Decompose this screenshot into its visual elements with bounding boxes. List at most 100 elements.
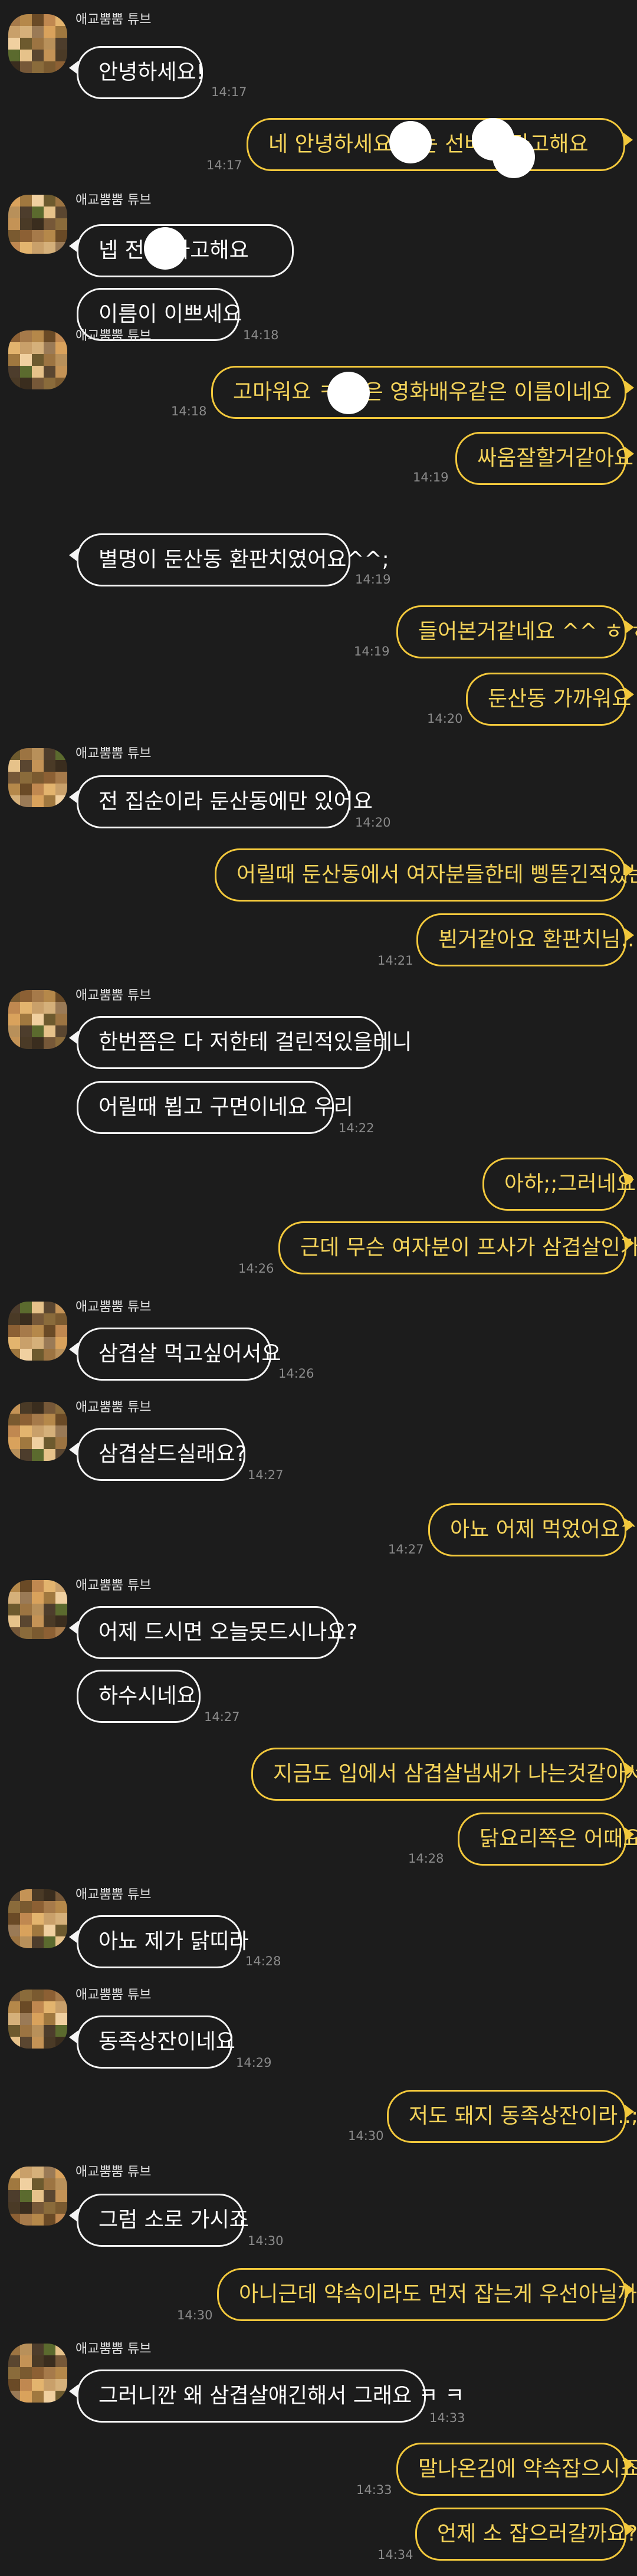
avatar-pixel [44,1313,55,1325]
outgoing-message-bubble[interactable]: 저도 돼지 동족상잔이라..; [387,2090,637,2143]
outgoing-message-bubble[interactable]: 아뇨 어제 먹었어요^^ [428,1503,637,1556]
avatar-pixel [44,1925,55,1936]
avatar[interactable] [8,14,67,73]
avatar-pixel [8,366,20,378]
outgoing-message-bubble[interactable]: 들어본거같네요 ^^ ㅎ ㅎ.. [396,605,637,658]
message-text: 둔산동 가까워요 [488,687,632,711]
avatar-pixel [32,1592,44,1604]
avatar-pixel [44,378,55,389]
avatar-pixel [55,1325,67,1337]
avatar-pixel [44,50,55,61]
avatar[interactable] [8,1990,67,2049]
avatar-pixel [44,2167,55,2178]
avatar-pixel [8,784,20,795]
incoming-message-bubble[interactable]: 전 집순이라 둔산동에만 있어요 [69,775,373,828]
incoming-message-bubble[interactable]: 어릴때 뵙고 구면이네요 우리 [77,1081,353,1134]
avatar-pixel [55,1414,67,1425]
avatar-pixel [44,1615,55,1627]
incoming-message-bubble[interactable]: 아뇨 제가 닭띠라 [69,1915,249,1968]
avatar[interactable] [8,1302,67,1361]
avatar-pixel [8,2037,20,2049]
avatar-pixel [55,218,67,230]
outgoing-message-bubble[interactable]: 네 안녕하세요 저는 선배 이라고해요 [247,118,633,171]
incoming-message-bubble[interactable]: 한번쯤은 다 저한테 걸린적있을테니 [69,1016,412,1069]
incoming-message-bubble[interactable]: 그러니깐 왜 삼겹살얘긴해서 그래요 ㅋ ㅋ [69,2369,464,2423]
avatar-pixel [20,2013,32,2025]
sender-name: 애교뿜뿜 튜브 [75,988,152,1003]
avatar-pixel [20,1014,32,1025]
avatar-pixel [8,1414,20,1425]
avatar-pixel [8,1337,20,1349]
incoming-message-bubble[interactable]: 안녕하세요! [69,46,205,99]
outgoing-message-bubble[interactable]: 고마워요 ㅋ 님은 영화배우같은 이름이네요 [211,366,634,419]
outgoing-message-bubble[interactable]: 둔산동 가까워요 [466,673,634,726]
avatar-pixel [20,1425,32,1437]
outgoing-message-bubble[interactable]: 언제 소 잡으러갈까요? [415,2508,637,2561]
incoming-message-bubble[interactable]: 그럼 소로 가시죠 [69,2194,249,2247]
incoming-message-bubble[interactable]: 동족상잔이네요 [69,2015,235,2069]
avatar-pixel [44,1580,55,1592]
message-text: 근데 무슨 여자분이 프사가 삼겹살인가요 [300,1235,637,1260]
avatar[interactable] [8,2167,67,2226]
avatar-pixel [8,1925,20,1936]
avatar-pixel [8,2355,20,2367]
message-timestamp: 14:30 [348,2129,384,2143]
message-timestamp: 14:29 [236,2056,272,2070]
avatar-pixel [55,1337,67,1349]
outgoing-message-bubble[interactable]: 근데 무슨 여자분이 프사가 삼겹살인가요 [278,1221,637,1274]
avatar-pixel [20,38,32,50]
outgoing-message-bubble[interactable]: 지금도 입에서 삼겹살냄새가 나는것같아서요 [251,1748,637,1801]
avatar-pixel [32,990,44,1002]
incoming-message-bubble[interactable]: 삼겹살 먹고싶어서요 [69,1328,281,1381]
avatar-pixel [32,14,44,26]
avatar[interactable] [8,2344,67,2403]
outgoing-message-bubble[interactable]: 아니근데 약속이라도 먼저 잡는게 우선아닐까요? [217,2268,637,2321]
avatar-pixel [44,990,55,1002]
avatar-pixel [55,2001,67,2013]
message-timestamp: 14:28 [408,1851,444,1866]
avatar-pixel [8,1580,20,1592]
avatar-pixel [8,242,20,254]
avatar-pixel [20,1580,32,1592]
avatar-pixel [20,1449,32,1461]
avatar-pixel [8,760,20,772]
avatar-pixel [44,1901,55,1913]
sender-name: 애교뿜뿜 튜브 [75,1578,152,1593]
avatar-pixel [20,2367,32,2379]
avatar-pixel [32,195,44,207]
avatar-pixel [8,1025,20,1037]
outgoing-message-bubble[interactable]: 싸움잘할거같아요 [455,432,634,485]
outgoing-message-bubble[interactable]: 닭요리쪽은 어때요 [458,1813,637,1866]
avatar-pixel [32,748,44,760]
avatar[interactable] [8,990,67,1049]
avatar-pixel [32,1889,44,1901]
message-text: 싸움잘할거같아요 [477,446,633,470]
incoming-message-bubble[interactable]: 하수시네요 [77,1670,201,1723]
avatar-pixel [32,1437,44,1449]
avatar[interactable] [8,330,67,389]
avatar[interactable] [8,195,67,254]
avatar[interactable] [8,1580,67,1639]
avatar-pixel [32,1402,44,1414]
incoming-message-bubble[interactable]: 별명이 둔산동 환판치였어요^^; [69,533,389,586]
avatar-pixel [8,1913,20,1925]
avatar[interactable] [8,1402,67,1461]
avatar[interactable] [8,1889,67,1948]
outgoing-message-bubble[interactable]: 어릴때 둔산동에서 여자분들한테 삥뜯긴적있는데 [215,848,637,902]
avatar-pixel [55,795,67,807]
avatar-pixel [8,2391,20,2403]
outgoing-message-bubble[interactable]: 아하;;그러네요 [482,1158,636,1211]
avatar-pixel [20,1990,32,2001]
avatar-pixel [8,1615,20,1627]
avatar-pixel [55,1037,67,1049]
avatar[interactable] [8,748,67,807]
incoming-message-bubble[interactable]: 삼겹살드실래요? [69,1428,247,1481]
avatar-pixel [20,14,32,26]
message-timestamp: 14:20 [427,712,463,726]
outgoing-message-bubble[interactable]: 말나온김에 약속잡으시죠 [396,2443,637,2496]
outgoing-message-bubble[interactable]: 뵌거같아요 환판치님.. [416,913,634,966]
avatar-pixel [32,2190,44,2202]
avatar-pixel [8,207,20,218]
incoming-message-bubble[interactable]: 어제 드시면 오늘못드시나요? [69,1606,357,1659]
avatar-pixel [20,2001,32,2013]
